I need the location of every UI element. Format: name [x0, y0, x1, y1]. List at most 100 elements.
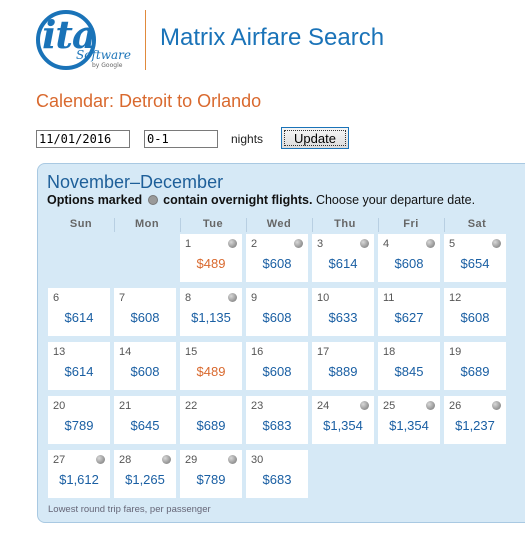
calendar-day-cell[interactable]: 23 $683: [246, 396, 308, 444]
calendar-day-cell[interactable]: 4 $608: [378, 234, 440, 282]
day-fare-link[interactable]: $608: [444, 310, 506, 325]
day-number: 20: [53, 400, 66, 412]
weekday-tue: Tue: [202, 218, 224, 230]
ita-software-logo: ita Software by Google: [36, 8, 131, 72]
day-fare-link[interactable]: $633: [312, 310, 374, 325]
day-fare-link[interactable]: $889: [312, 364, 374, 379]
day-number: 25: [383, 400, 396, 412]
day-number: 18: [383, 346, 396, 358]
day-fare-link[interactable]: $608: [246, 256, 308, 271]
weekday-mon: Mon: [134, 218, 160, 230]
calendar-day-cell[interactable]: 2 $608: [246, 234, 308, 282]
day-number: 11: [383, 292, 395, 304]
day-fare-link[interactable]: $689: [444, 364, 506, 379]
calendar-day-cell[interactable]: 13 $614: [48, 342, 110, 390]
day-fare-link[interactable]: $654: [444, 256, 506, 271]
calendar-day-cell[interactable]: 8 $1,135: [180, 288, 242, 336]
day-number: 4: [383, 238, 390, 250]
calendar-day-cell[interactable]: 5 $654: [444, 234, 506, 282]
weekday-wed: Wed: [266, 218, 292, 230]
day-fare-link[interactable]: $1,612: [48, 472, 110, 487]
overnight-icon: [228, 455, 237, 464]
day-number: 26: [449, 400, 462, 412]
app-title: Matrix Airfare Search: [160, 24, 385, 51]
overnight-icon: [360, 401, 369, 410]
calendar-day-cell[interactable]: 14 $608: [114, 342, 176, 390]
day-number: 5: [449, 238, 456, 250]
day-fare-link[interactable]: $608: [114, 364, 176, 379]
day-fare-link[interactable]: $1,237: [444, 418, 506, 433]
weekday-header: Sun Mon Tue Wed Thu Fri Sat: [48, 218, 518, 232]
overnight-icon: [426, 401, 435, 410]
calendar-panel: November–December Options marked contain…: [37, 163, 525, 523]
day-number: 3: [317, 238, 324, 250]
weekday-fri: Fri: [403, 218, 419, 230]
day-number: 28: [119, 454, 132, 466]
day-fare-link[interactable]: $1,265: [114, 472, 176, 487]
calendar-day-cell[interactable]: 11 $627: [378, 288, 440, 336]
note-instruction: Choose your departure date.: [315, 193, 476, 207]
day-fare-link[interactable]: $645: [114, 418, 176, 433]
calendar-day-cell[interactable]: 7 $608: [114, 288, 176, 336]
update-button[interactable]: Update: [281, 127, 349, 149]
day-number: 15: [185, 346, 198, 358]
day-fare-link[interactable]: $614: [312, 256, 374, 271]
start-date-input[interactable]: [36, 130, 130, 148]
day-fare-link[interactable]: $614: [48, 310, 110, 325]
calendar-day-cell[interactable]: 30 $683: [246, 450, 308, 498]
logo-byline: by Google: [92, 62, 123, 69]
nights-input[interactable]: [144, 130, 218, 148]
calendar-day-cell[interactable]: 27 $1,612: [48, 450, 110, 498]
calendar-day-cell[interactable]: 25 $1,354: [378, 396, 440, 444]
day-fare-link[interactable]: $1,354: [312, 418, 374, 433]
day-number: 2: [251, 238, 258, 250]
calendar-day-cell[interactable]: 17 $889: [312, 342, 374, 390]
header-divider: [145, 10, 146, 70]
calendar-day-cell[interactable]: 1 $489: [180, 234, 242, 282]
day-fare-link[interactable]: $608: [114, 310, 176, 325]
note-bold-end: contain overnight flights.: [163, 193, 313, 207]
calendar-day-cell[interactable]: 21 $645: [114, 396, 176, 444]
calendar-day-cell[interactable]: 19 $689: [444, 342, 506, 390]
calendar-day-cell[interactable]: 3 $614: [312, 234, 374, 282]
nights-label: nights: [231, 132, 264, 146]
calendar-day-cell[interactable]: 15 $489: [180, 342, 242, 390]
day-fare-link[interactable]: $845: [378, 364, 440, 379]
day-fare-link[interactable]: $608: [246, 364, 308, 379]
calendar-day-cell[interactable]: 29 $789: [180, 450, 242, 498]
calendar-day-cell[interactable]: 28 $1,265: [114, 450, 176, 498]
calendar-day-cell[interactable]: 6 $614: [48, 288, 110, 336]
day-fare-link[interactable]: $614: [48, 364, 110, 379]
note-bold-start: Options marked: [47, 193, 143, 207]
overnight-icon: [147, 195, 158, 205]
day-fare-link[interactable]: $789: [48, 418, 110, 433]
day-number: 6: [53, 292, 60, 304]
overnight-icon: [228, 293, 237, 302]
day-number: 13: [53, 346, 66, 358]
calendar-day-cell[interactable]: 18 $845: [378, 342, 440, 390]
day-number: 1: [185, 238, 192, 250]
calendar-day-cell[interactable]: 9 $608: [246, 288, 308, 336]
calendar-day-cell[interactable]: 24 $1,354: [312, 396, 374, 444]
calendar-day-cell[interactable]: 20 $789: [48, 396, 110, 444]
calendar-day-cell[interactable]: 16 $608: [246, 342, 308, 390]
day-fare-link[interactable]: $1,354: [378, 418, 440, 433]
day-fare-link[interactable]: $489: [180, 364, 242, 379]
day-fare-link[interactable]: $489: [180, 256, 242, 271]
day-fare-link[interactable]: $608: [246, 310, 308, 325]
calendar-day-cell[interactable]: 22 $689: [180, 396, 242, 444]
overnight-icon: [228, 239, 237, 248]
day-fare-link[interactable]: $683: [246, 472, 308, 487]
day-fare-link[interactable]: $627: [378, 310, 440, 325]
calendar-day-cell[interactable]: 12 $608: [444, 288, 506, 336]
day-fare-link[interactable]: $689: [180, 418, 242, 433]
day-fare-link[interactable]: $608: [378, 256, 440, 271]
day-fare-link[interactable]: $1,135: [180, 310, 242, 325]
day-fare-link[interactable]: $683: [246, 418, 308, 433]
day-fare-link[interactable]: $789: [180, 472, 242, 487]
calendar-day-cell[interactable]: 10 $633: [312, 288, 374, 336]
calendar-day-cell[interactable]: 26 $1,237: [444, 396, 506, 444]
day-number: 7: [119, 292, 126, 304]
calendar-legend-note: Options marked contain overnight flights…: [47, 193, 475, 207]
day-number: 12: [449, 292, 462, 304]
